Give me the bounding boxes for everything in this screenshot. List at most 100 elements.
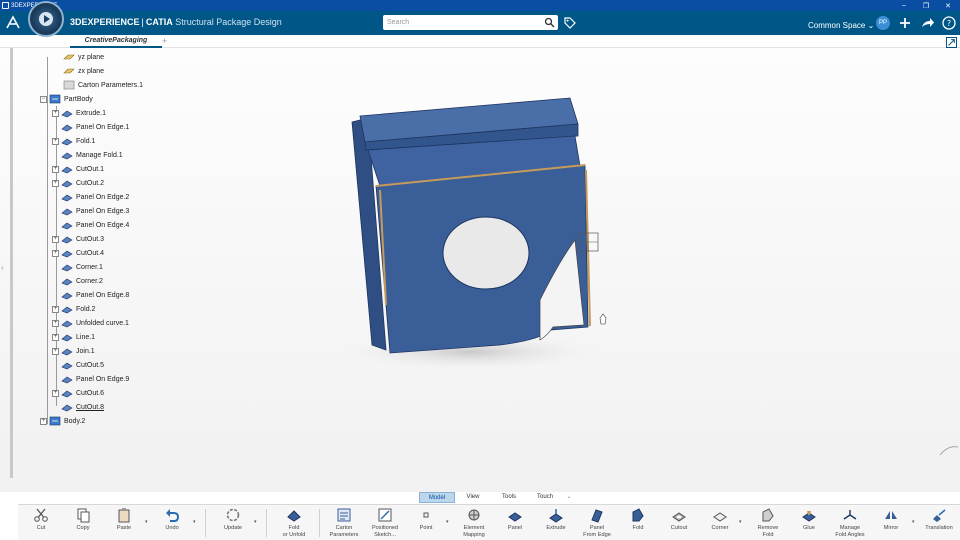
corner-button[interactable]: Corner	[700, 507, 740, 532]
mirror-dropdown-icon[interactable]: ▾	[912, 519, 915, 525]
scissors-icon	[34, 508, 48, 522]
paste-button[interactable]: Paste	[104, 507, 144, 532]
tree-scrollbar[interactable]	[10, 48, 13, 478]
play-icon[interactable]	[39, 12, 53, 26]
panel-from-edge-button[interactable]: Panel From Edge	[577, 507, 617, 539]
manage-fold-angles-button[interactable]: Manage Fold Angles	[830, 507, 870, 539]
copy-button[interactable]: Copy	[63, 507, 103, 532]
tree-node[interactable]: + CutOut.2	[52, 178, 104, 190]
tree-node[interactable]: Panel On Edge.1	[52, 122, 129, 134]
help-icon[interactable]: ?	[941, 15, 957, 31]
expand-toggle-icon[interactable]: +	[52, 137, 59, 145]
expand-toggle-icon[interactable]: +	[52, 235, 59, 243]
paste-dropdown-icon[interactable]: ▾	[145, 519, 148, 525]
tree-node-label: Panel On Edge.3	[76, 208, 130, 215]
tree-node[interactable]: + Fold.1	[52, 136, 95, 148]
add-icon[interactable]	[897, 15, 913, 31]
update-button[interactable]: Update	[213, 507, 253, 532]
tree-node[interactable]: + Line.1	[52, 332, 95, 344]
fold-button[interactable]: Fold	[618, 507, 658, 532]
expand-toggle-icon[interactable]: +	[52, 249, 59, 257]
share-icon[interactable]	[919, 15, 935, 31]
update-dropdown-icon[interactable]: ▾	[254, 519, 257, 525]
panel-button[interactable]: Panel	[495, 507, 535, 532]
close-icon[interactable]: ✕	[937, 0, 959, 11]
expand-toggle-icon[interactable]: −	[40, 95, 47, 103]
cutout-button[interactable]: Cutout	[659, 507, 699, 532]
fold-or-unfold-button[interactable]: Fold or Unfold	[274, 507, 314, 539]
tree-node[interactable]: Carton Parameters.1	[54, 80, 143, 92]
minimize-icon[interactable]: –	[893, 0, 915, 11]
tree-node[interactable]: Panel On Edge.4	[52, 220, 129, 232]
fit-all-icon[interactable]	[946, 37, 957, 48]
expand-toggle-icon[interactable]: +	[40, 417, 47, 425]
mirror-button[interactable]: Mirror	[871, 507, 911, 532]
expand-toggle-icon[interactable]: +	[52, 109, 59, 117]
expand-toggle-icon[interactable]: +	[52, 389, 59, 397]
ribbon-expand-icon[interactable]: ⌄	[563, 492, 575, 503]
tree-node[interactable]: + CutOut.6	[52, 388, 104, 400]
panel-icon	[508, 512, 522, 522]
tree-node[interactable]: zx plane	[54, 66, 104, 78]
tree-node[interactable]: Panel On Edge.9	[52, 374, 129, 386]
tree-node[interactable]: yz plane	[54, 52, 104, 64]
tree-node[interactable]: + Extrude.1	[52, 108, 106, 120]
search-input[interactable]: Search	[383, 15, 558, 30]
tree-node[interactable]: + CutOut.4	[52, 248, 104, 260]
avatar[interactable]: PP	[876, 16, 890, 30]
carton-parameters-icon	[337, 508, 351, 522]
tree-node[interactable]: CutOut.8	[52, 402, 104, 414]
tree-node[interactable]: CutOut.5	[52, 360, 104, 372]
feat-node-icon	[61, 278, 73, 286]
3d-viewport[interactable]	[0, 48, 960, 492]
tag-icon[interactable]	[563, 16, 577, 30]
carton-parameters-button[interactable]: Carton Parameters	[324, 507, 364, 539]
tab-model[interactable]: Model	[419, 492, 455, 503]
tree-node[interactable]: + Unfolded curve.1	[52, 318, 129, 330]
translation-button[interactable]: Translation	[919, 507, 959, 532]
expand-toggle-icon[interactable]: +	[52, 305, 59, 313]
point-button[interactable]: Point	[406, 507, 446, 532]
tree-node[interactable]: + CutOut.3	[52, 234, 104, 246]
tree-node[interactable]: + CutOut.1	[52, 164, 104, 176]
undo-dropdown-icon[interactable]: ▾	[193, 519, 196, 525]
expand-toggle-icon[interactable]: +	[52, 179, 59, 187]
expand-toggle-icon[interactable]: +	[52, 333, 59, 341]
tree-node-label: Corner.1	[76, 264, 103, 271]
tree-node[interactable]: Manage Fold.1	[52, 150, 123, 162]
tree-node[interactable]: Panel On Edge.2	[52, 192, 129, 204]
carton-model[interactable]	[0, 48, 960, 492]
tab-touch[interactable]: Touch	[527, 492, 563, 503]
compass-icon[interactable]	[28, 1, 64, 37]
tree-node[interactable]: Corner.1	[52, 262, 103, 274]
extrude-button[interactable]: Extrude	[536, 507, 576, 532]
feat-node-icon	[61, 404, 73, 412]
undo-button[interactable]: Undo	[152, 507, 192, 532]
expand-toggle-icon[interactable]: +	[52, 165, 59, 173]
positioned-sketch-button[interactable]: Positioned Sketch...	[365, 507, 405, 539]
tree-node[interactable]: + Fold.2	[52, 304, 95, 316]
corner-dropdown-icon[interactable]: ▾	[739, 519, 742, 525]
cut-button[interactable]: Cut	[21, 507, 61, 532]
expand-toggle-icon[interactable]: +	[52, 347, 59, 355]
tree-node[interactable]: Panel On Edge.8	[52, 290, 129, 302]
remove-fold-button[interactable]: Remove Fold	[748, 507, 788, 539]
tab-creativepackaging[interactable]: CreativePackaging	[70, 35, 162, 48]
panel-collapse-icon[interactable]: ‹	[1, 263, 4, 272]
collab-space-selector[interactable]: Common Space ⌄	[808, 21, 874, 30]
search-icon[interactable]	[544, 17, 555, 28]
element-mapping-button[interactable]: Element Mapping	[454, 507, 494, 539]
glue-button[interactable]: Glue	[789, 507, 829, 532]
ds-logo-icon[interactable]	[4, 14, 22, 32]
restore-icon[interactable]: ❐	[915, 0, 937, 11]
tree-node[interactable]: Panel On Edge.3	[52, 206, 129, 218]
tree-node[interactable]: + Body.2	[40, 416, 85, 428]
add-tab-button[interactable]: +	[162, 35, 167, 47]
tree-node[interactable]: Corner.2	[52, 276, 103, 288]
tab-tools[interactable]: Tools	[491, 492, 527, 503]
point-dropdown-icon[interactable]: ▾	[446, 519, 449, 525]
expand-toggle-icon[interactable]: +	[52, 319, 59, 327]
tree-node[interactable]: + Join.1	[52, 346, 95, 358]
tree-node[interactable]: − PartBody	[40, 94, 93, 106]
tab-view[interactable]: View	[455, 492, 491, 503]
